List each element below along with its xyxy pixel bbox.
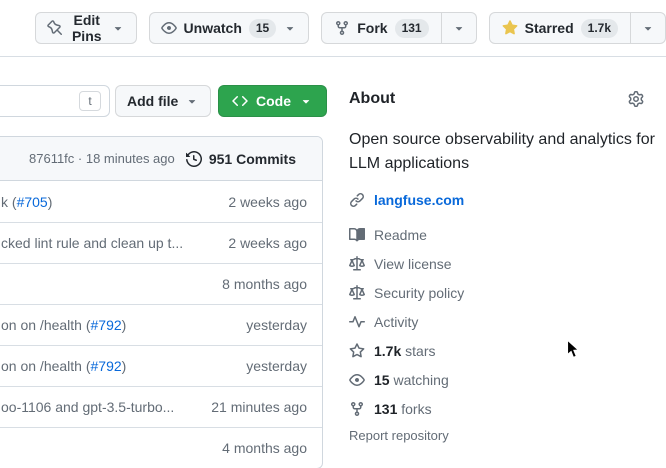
file-table-row: oo-1106 and gpt-3.5-turbo... 21 minutes … [0, 386, 322, 427]
fork-button[interactable]: Fork 131 [322, 13, 440, 43]
fork-label: Fork [357, 20, 387, 36]
chevron-down-icon [641, 21, 655, 35]
add-file-button[interactable]: Add file [115, 85, 211, 117]
about-link-label: View license [374, 256, 452, 272]
forks-count-badge: 131 [395, 19, 429, 38]
file-table-row: 8 months ago [0, 263, 322, 304]
pulse-icon [349, 314, 365, 330]
about-link-view-license[interactable]: View license [349, 249, 644, 278]
about-link-label: Security policy [374, 285, 464, 301]
pin-icon [47, 20, 63, 36]
file-table-row: on on /health (#792) yesterday [0, 304, 322, 345]
starred-button[interactable]: Starred 1.7k [490, 13, 630, 43]
about-link-readme[interactable]: Readme [349, 220, 644, 249]
latest-commit-bar: 87611fc · 18 minutes ago 951 Commits [0, 137, 322, 181]
commits-count-label: 951 Commits [209, 151, 296, 167]
code-label: Code [256, 93, 291, 109]
commit-date: yesterday [246, 358, 307, 374]
commit-date: 8 months ago [222, 276, 307, 292]
file-table-row: k (#705) 2 weeks ago [0, 181, 322, 222]
about-link-label: 1.7k stars [374, 343, 435, 359]
star-dropdown-button[interactable] [630, 13, 665, 43]
commit-date: 2 weeks ago [228, 235, 307, 251]
chevron-down-icon [299, 94, 313, 108]
commit-time: · 18 minutes ago [74, 151, 174, 166]
book-icon [349, 227, 365, 243]
about-link-activity[interactable]: Activity [349, 307, 644, 336]
commit-date: 4 months ago [222, 440, 307, 456]
website-row: langfuse.com [349, 192, 644, 208]
gear-icon[interactable] [628, 91, 644, 107]
report-repository-link[interactable]: Report repository [349, 428, 449, 443]
about-section: About Open source observability and anal… [349, 88, 644, 445]
go-to-file-input[interactable]: t [0, 85, 110, 117]
file-table-row: 4 months ago [0, 427, 322, 468]
commit-hash[interactable]: 87611fc [29, 151, 74, 166]
watchers-count-badge: 15 [249, 19, 276, 38]
about-link-forks[interactable]: 131 forks [349, 394, 644, 423]
history-icon [186, 151, 202, 167]
commit-date: yesterday [246, 317, 307, 333]
issue-link[interactable]: #705 [17, 194, 48, 210]
chevron-down-icon [185, 94, 199, 108]
code-button[interactable]: Code [218, 85, 327, 117]
edit-pins-button[interactable]: Edit Pins [35, 12, 137, 44]
commit-message-link[interactable]: on on /health (#792) [1, 317, 126, 333]
file-table: 87611fc · 18 minutes ago 951 Commits k (… [0, 136, 323, 468]
file-table-row: on on /health (#792) yesterday [0, 345, 322, 386]
link-icon [349, 192, 365, 208]
commit-date: 2 weeks ago [228, 194, 307, 210]
code-icon [232, 93, 248, 109]
commit-history-link[interactable]: 951 Commits [186, 151, 296, 167]
about-links-list: Readme View license Security policy Acti… [349, 220, 644, 423]
chevron-down-icon [452, 21, 466, 35]
edit-pins-label: Edit Pins [70, 12, 104, 44]
unwatch-button[interactable]: Unwatch 15 [149, 12, 310, 44]
eye-icon [161, 20, 177, 36]
about-title: About [349, 90, 395, 108]
starred-label: Starred [525, 20, 574, 36]
commit-message-link[interactable]: oo-1106 and gpt-3.5-turbo... [1, 399, 174, 415]
latest-commit-meta[interactable]: 87611fc · 18 minutes ago [29, 151, 175, 166]
about-header: About [349, 88, 644, 110]
chevron-down-icon [283, 21, 297, 35]
commit-message-link[interactable]: cked lint rule and clean up t... [1, 235, 183, 251]
chevron-down-icon [111, 21, 125, 35]
fork-dropdown-button[interactable] [441, 13, 476, 43]
commit-date: 21 minutes ago [211, 399, 307, 415]
repo-action-bar: Edit Pins Unwatch 15 Fork 131 Starred 1.… [0, 0, 666, 57]
about-link-label: Readme [374, 227, 427, 243]
fork-button-group: Fork 131 [321, 12, 476, 44]
repo-forked-icon [334, 20, 350, 36]
file-rows: k (#705) 2 weeks ago cked lint rule and … [0, 181, 322, 468]
star-icon [349, 343, 365, 359]
eye-icon [349, 372, 365, 388]
keyboard-shortcut-badge: t [79, 91, 101, 111]
about-link-stars[interactable]: 1.7k stars [349, 336, 644, 365]
about-link-label: Activity [374, 314, 418, 330]
about-link-security-policy[interactable]: Security policy [349, 278, 644, 307]
star-filled-icon [502, 20, 518, 36]
repo-description: Open source observability and analytics … [349, 128, 657, 176]
issue-link[interactable]: #792 [91, 317, 122, 333]
website-link[interactable]: langfuse.com [374, 192, 464, 208]
commit-message-link[interactable]: on on /health (#792) [1, 358, 126, 374]
add-file-label: Add file [127, 93, 178, 109]
star-button-group: Starred 1.7k [489, 12, 666, 44]
law-icon [349, 256, 365, 272]
mouse-cursor [566, 339, 581, 360]
file-table-row: cked lint rule and clean up t... 2 weeks… [0, 222, 322, 263]
issue-link[interactable]: #792 [91, 358, 122, 374]
commit-message-link[interactable]: k (#705) [1, 194, 52, 210]
about-link-watching[interactable]: 15 watching [349, 365, 644, 394]
unwatch-label: Unwatch [184, 20, 242, 36]
about-link-label: 15 watching [374, 372, 449, 388]
fork-icon [349, 401, 365, 417]
stars-count-badge: 1.7k [581, 19, 618, 38]
about-link-label: 131 forks [374, 401, 432, 417]
law-icon [349, 285, 365, 301]
